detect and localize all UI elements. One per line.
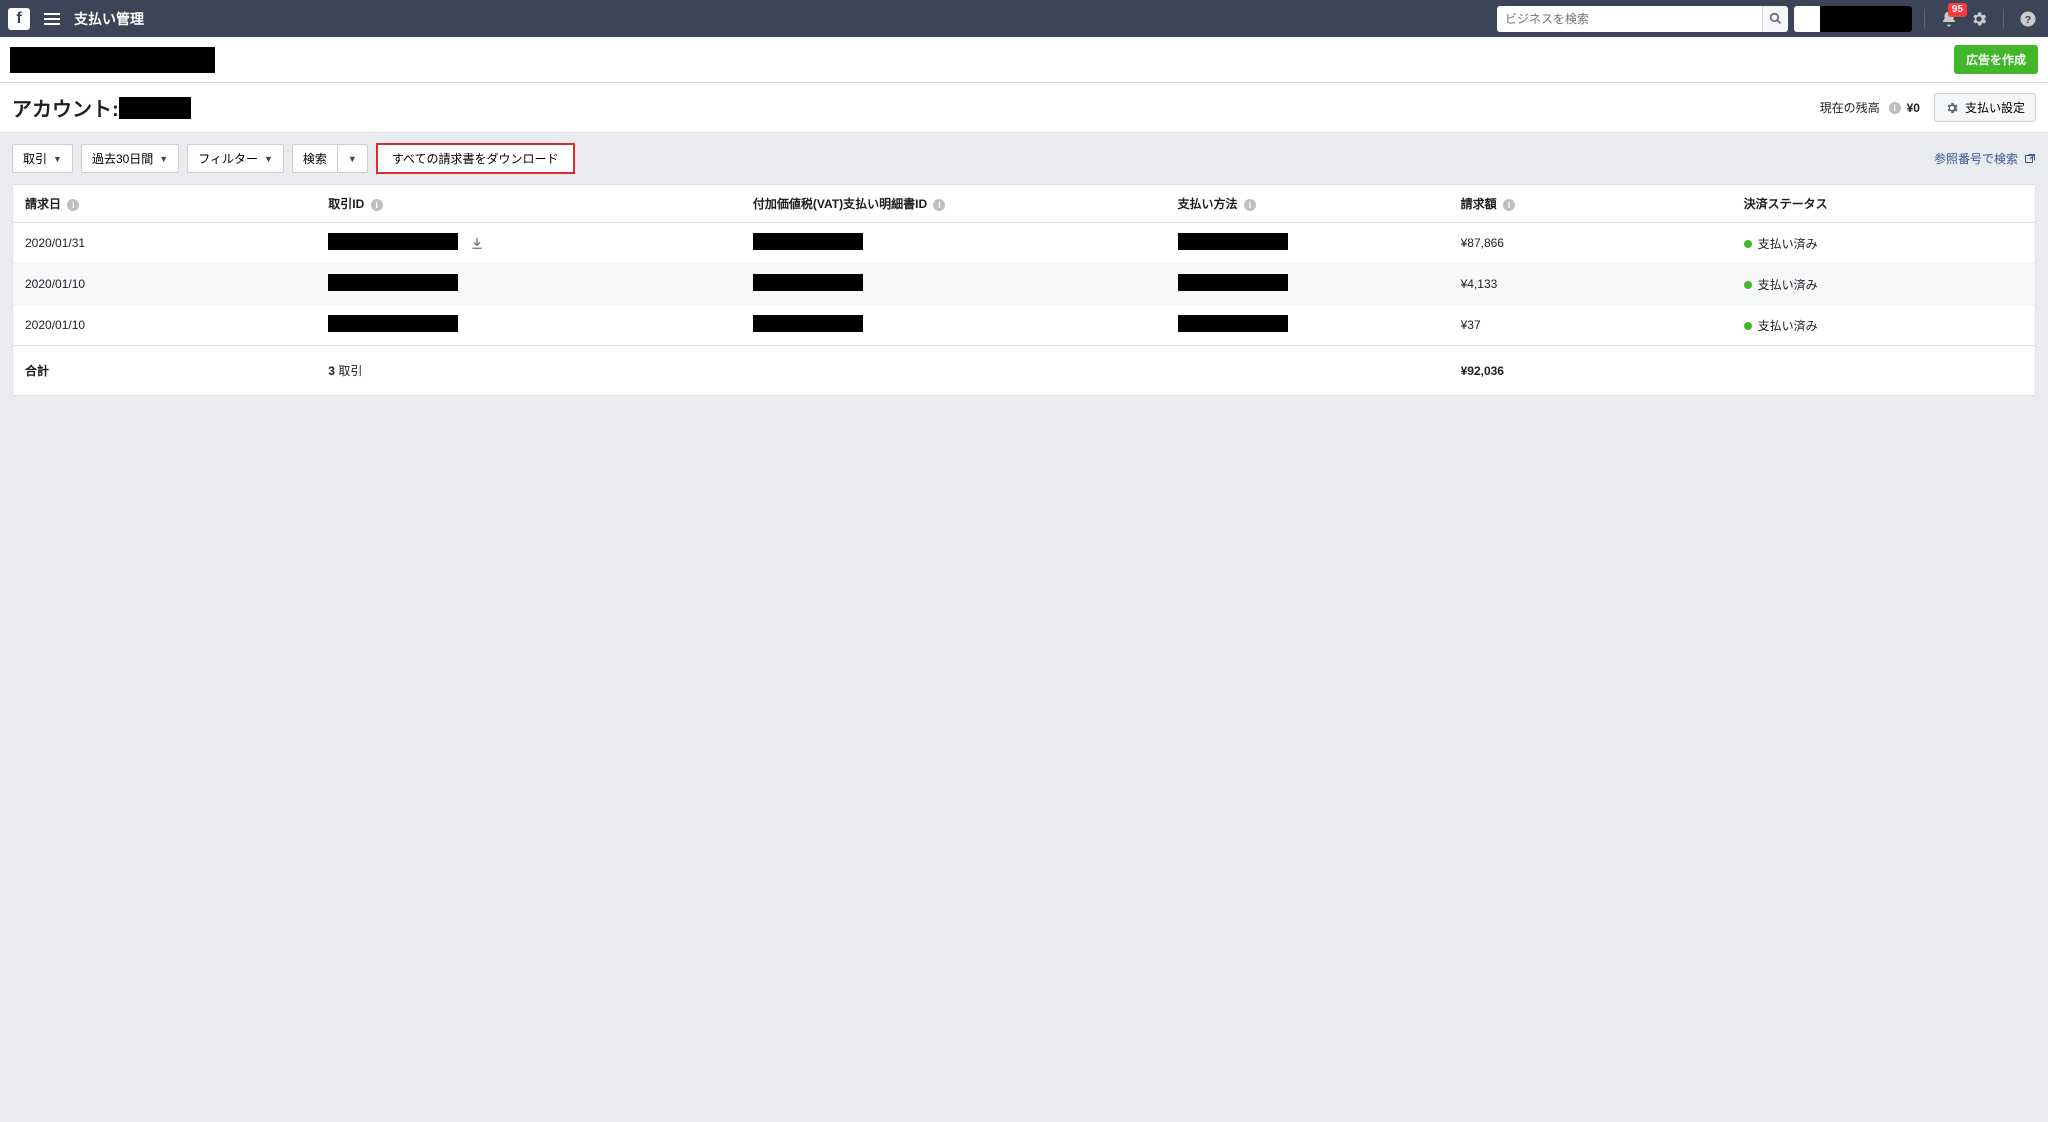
- cell-txid: [316, 264, 741, 305]
- facebook-logo[interactable]: f: [8, 8, 30, 30]
- cell-amount: ¥37: [1449, 305, 1732, 346]
- balance-label: 現在の残高: [1820, 99, 1880, 116]
- gear-icon: [1945, 101, 1959, 115]
- business-search-button[interactable]: [1762, 6, 1788, 32]
- caret-down-icon: ▼: [264, 154, 273, 164]
- sub-header: 広告を作成: [0, 37, 2048, 83]
- table-row[interactable]: 2020/01/10 ¥4,133支払い済み: [13, 264, 2035, 305]
- cell-method: [1166, 305, 1449, 346]
- download-all-invoices-button[interactable]: すべての請求書をダウンロード: [376, 143, 575, 174]
- vat-redacted: [753, 274, 863, 291]
- external-icon: [2024, 153, 2036, 165]
- payment-settings-button[interactable]: 支払い設定: [1934, 93, 2036, 122]
- col-vat-id[interactable]: 付加価値税(VAT)支払い明細書ID i: [741, 185, 1166, 223]
- download-icon: [470, 236, 484, 250]
- txid-redacted: [328, 233, 458, 250]
- search-dropdown[interactable]: ▼: [337, 144, 368, 173]
- info-icon[interactable]: i: [1503, 199, 1515, 211]
- account-name-redacted: [10, 47, 215, 73]
- cell-date: 2020/01/10: [13, 305, 316, 346]
- info-icon[interactable]: i: [1244, 199, 1256, 211]
- account-id-redacted: [119, 97, 191, 119]
- caret-down-icon: ▼: [159, 154, 168, 164]
- caret-down-icon: ▼: [348, 154, 357, 164]
- top-nav: f 支払い管理 95 ?: [0, 0, 2048, 37]
- daterange-dropdown[interactable]: 過去30日間▼: [81, 144, 179, 173]
- caret-down-icon: ▼: [53, 154, 62, 164]
- svg-text:?: ?: [2025, 13, 2031, 25]
- business-search-input[interactable]: [1497, 6, 1762, 32]
- table-header-row: 請求日 i 取引ID i 付加価値税(VAT)支払い明細書ID i 支払い方法 …: [13, 185, 2035, 223]
- status-dot-icon: [1744, 240, 1752, 248]
- info-icon[interactable]: i: [1889, 102, 1901, 114]
- cell-date: 2020/01/31: [13, 223, 316, 264]
- info-icon[interactable]: i: [933, 199, 945, 211]
- footer-tx-count: 3 取引: [316, 346, 741, 396]
- col-invoice-date[interactable]: 請求日 i: [13, 185, 316, 223]
- vat-redacted: [753, 233, 863, 250]
- cell-amount: ¥87,866: [1449, 223, 1732, 264]
- cell-status: 支払い済み: [1732, 305, 2035, 346]
- balance-value: ¥0: [1907, 101, 1920, 115]
- page-title: 支払い管理: [74, 9, 144, 29]
- cell-status: 支払い済み: [1732, 223, 2035, 264]
- cell-vat: [741, 305, 1166, 346]
- business-search: [1497, 6, 1788, 32]
- footer-total-amount: ¥92,036: [1449, 346, 1732, 396]
- table-row[interactable]: 2020/01/31 ¥87,866支払い済み: [13, 223, 2035, 264]
- gear-icon: [1970, 10, 1988, 28]
- cell-method: [1166, 264, 1449, 305]
- status-dot-icon: [1744, 281, 1752, 289]
- cell-vat: [741, 264, 1166, 305]
- download-invoice-button[interactable]: [470, 236, 484, 250]
- account-label: アカウント:: [12, 93, 119, 122]
- transactions-table-wrap: 請求日 i 取引ID i 付加価値税(VAT)支払い明細書ID i 支払い方法 …: [12, 184, 2036, 396]
- method-redacted: [1178, 233, 1288, 250]
- cell-amount: ¥4,133: [1449, 264, 1732, 305]
- col-status[interactable]: 決済ステータス: [1732, 185, 2035, 223]
- create-ad-button[interactable]: 広告を作成: [1954, 45, 2038, 74]
- info-icon[interactable]: i: [371, 199, 383, 211]
- table-row[interactable]: 2020/01/10 ¥37支払い済み: [13, 305, 2035, 346]
- transactions-dropdown[interactable]: 取引▼: [12, 144, 73, 173]
- vat-redacted: [753, 315, 863, 332]
- col-amount[interactable]: 請求額 i: [1449, 185, 1732, 223]
- search-icon: [1769, 12, 1782, 25]
- search-button[interactable]: 検索: [292, 144, 337, 173]
- filter-dropdown[interactable]: フィルター▼: [187, 144, 284, 173]
- profile-name-redacted: [1820, 6, 1912, 32]
- help-button[interactable]: ?: [2016, 7, 2040, 31]
- cell-method: [1166, 223, 1449, 264]
- help-icon: ?: [2019, 10, 2037, 28]
- notification-badge: 95: [1948, 3, 1967, 17]
- col-transaction-id[interactable]: 取引ID i: [316, 185, 741, 223]
- status-dot-icon: [1744, 322, 1752, 330]
- profile-switcher[interactable]: [1794, 6, 1912, 32]
- notifications-button[interactable]: 95: [1937, 7, 1961, 31]
- cell-date: 2020/01/10: [13, 264, 316, 305]
- cell-txid: [316, 223, 741, 264]
- txid-redacted: [328, 315, 458, 332]
- info-icon[interactable]: i: [67, 199, 79, 211]
- search-by-reference-link[interactable]: 参照番号で検索: [1934, 150, 2036, 167]
- hamburger-menu-icon[interactable]: [40, 9, 64, 29]
- filter-toolbar: 取引▼ 過去30日間▼ フィルター▼ 検索 ▼ すべての請求書をダウンロード 参…: [0, 133, 2048, 184]
- method-redacted: [1178, 315, 1288, 332]
- account-bar: アカウント: 現在の残高 i ¥0 支払い設定: [0, 83, 2048, 133]
- col-payment-method[interactable]: 支払い方法 i: [1166, 185, 1449, 223]
- transactions-table: 請求日 i 取引ID i 付加価値税(VAT)支払い明細書ID i 支払い方法 …: [13, 185, 2035, 395]
- cell-txid: [316, 305, 741, 346]
- balance-display: 現在の残高 i ¥0: [1820, 99, 1920, 116]
- settings-button[interactable]: [1967, 7, 1991, 31]
- profile-thumbnail: [1794, 6, 1820, 32]
- footer-total-label: 合計: [13, 346, 316, 396]
- table-footer-row: 合計 3 取引 ¥92,036: [13, 346, 2035, 396]
- cell-status: 支払い済み: [1732, 264, 2035, 305]
- method-redacted: [1178, 274, 1288, 291]
- cell-vat: [741, 223, 1166, 264]
- txid-redacted: [328, 274, 458, 291]
